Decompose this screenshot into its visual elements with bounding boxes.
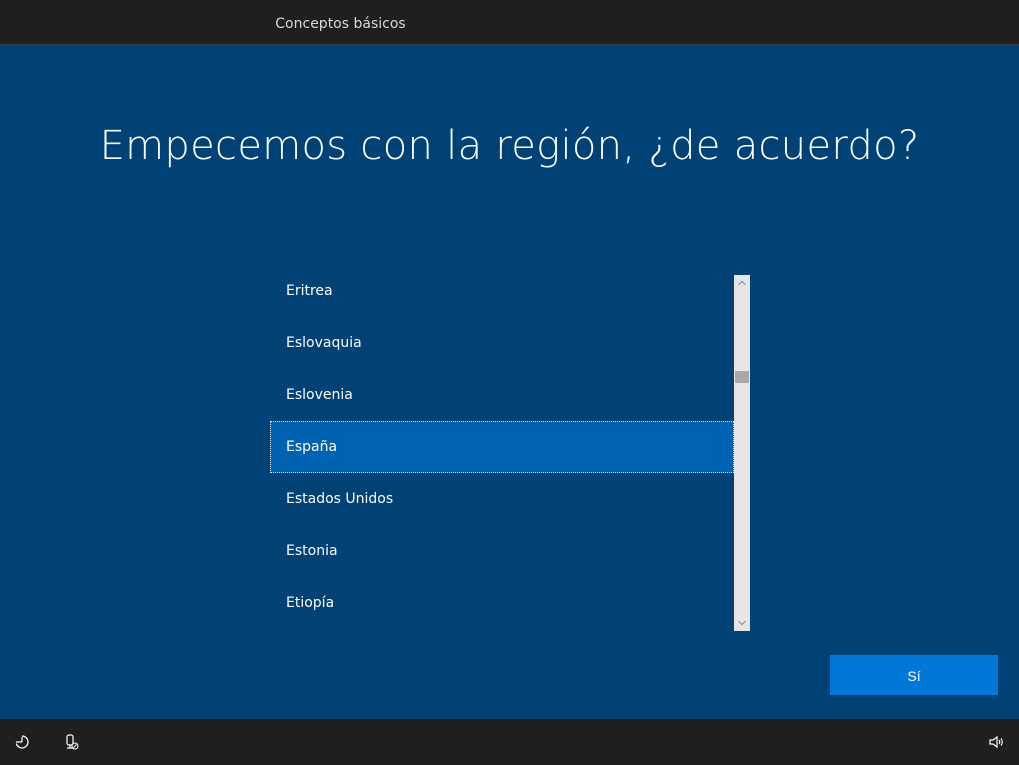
- list-item[interactable]: Etiopía: [270, 577, 734, 629]
- scroll-thumb[interactable]: [735, 371, 749, 383]
- list-item[interactable]: Eritrea: [270, 265, 734, 317]
- tab-basics[interactable]: Conceptos básicos: [243, 0, 438, 47]
- top-bar: Conceptos básicos: [0, 0, 1019, 47]
- microphone-off-icon[interactable]: [62, 733, 80, 751]
- yes-button[interactable]: Sí: [830, 655, 998, 695]
- ease-of-access-icon[interactable]: [13, 733, 31, 751]
- chevron-down-icon[interactable]: [734, 615, 750, 631]
- bottom-bar: [0, 719, 1019, 765]
- chevron-up-icon[interactable]: [734, 275, 750, 291]
- list-item[interactable]: Eslovaquia: [270, 317, 734, 369]
- list-item-selected[interactable]: España: [270, 421, 734, 473]
- region-list[interactable]: Eritrea Eslovaquia Eslovenia España Esta…: [270, 265, 734, 631]
- page-title: Empecemos con la región, ¿de acuerdo?: [99, 123, 920, 169]
- list-item[interactable]: Eslovenia: [270, 369, 734, 421]
- list-item[interactable]: Estados Unidos: [270, 473, 734, 525]
- list-item[interactable]: Estonia: [270, 525, 734, 577]
- volume-icon[interactable]: [987, 733, 1005, 751]
- list-scrollbar[interactable]: [734, 275, 750, 631]
